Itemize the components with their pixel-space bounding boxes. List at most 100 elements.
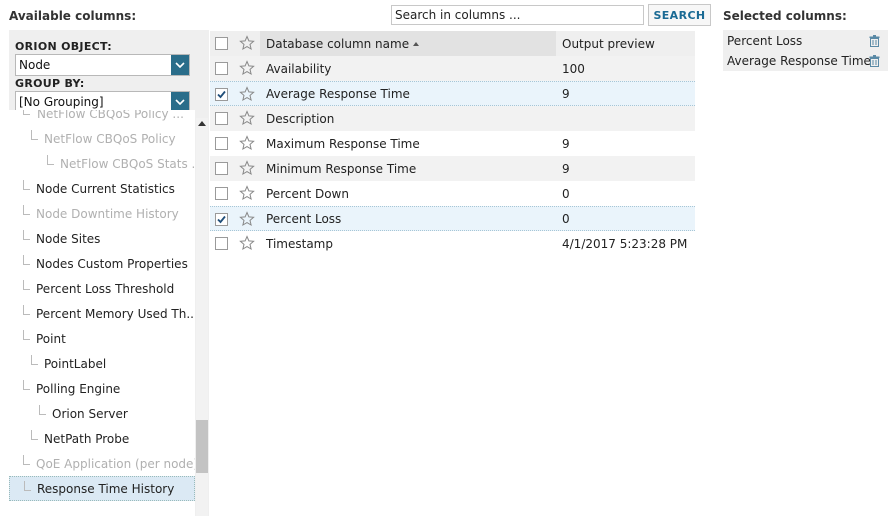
orion-object-label: ORION OBJECT:	[15, 40, 112, 53]
table-row[interactable]: Minimum Response Time 9	[210, 156, 695, 181]
column-name-cell: Average Response Time	[266, 86, 410, 101]
star-icon[interactable]	[239, 35, 255, 51]
orion-object-panel: ORION OBJECT: Node GROUP BY: [No Groupin…	[9, 30, 209, 516]
tree-connector	[23, 205, 30, 215]
tree-connector	[23, 455, 30, 465]
row-checkbox[interactable]	[215, 213, 228, 226]
tree-connector	[31, 130, 38, 140]
tree-connector	[23, 280, 30, 290]
checkmark-icon	[217, 90, 226, 99]
output-preview-cell: 0	[562, 211, 570, 226]
column-name-cell: Maximum Response Time	[266, 136, 420, 151]
tree-connector	[23, 230, 30, 240]
row-checkbox[interactable]	[215, 88, 228, 101]
row-checkbox[interactable]	[215, 187, 228, 200]
tree-item[interactable]: Point	[9, 326, 195, 351]
tree-connector	[23, 305, 30, 315]
row-checkbox[interactable]	[215, 237, 228, 250]
table-row[interactable]: Percent Down 0	[210, 181, 695, 206]
chevron-down-icon[interactable]	[171, 55, 189, 75]
tree-connector	[23, 110, 30, 115]
tree-item[interactable]: Node Sites	[9, 226, 195, 251]
tree-item-label: Nodes Custom Properties	[36, 256, 188, 271]
output-preview-cell: 100	[562, 61, 585, 76]
tree-item[interactable]: Nodes Custom Properties	[9, 251, 195, 276]
tree-connector	[23, 330, 30, 340]
tree-item-label: Percent Loss Threshold	[36, 281, 175, 296]
star-icon[interactable]	[239, 185, 255, 201]
chevron-down-icon[interactable]	[171, 92, 189, 112]
scrollbar-thumb[interactable]	[196, 420, 208, 473]
table-row[interactable]: Average Response Time 9	[210, 81, 695, 106]
tree-item-label: Node Sites	[36, 231, 101, 246]
row-checkbox[interactable]	[215, 62, 228, 75]
star-icon[interactable]	[239, 211, 255, 227]
tree-item-label: NetPath Probe	[44, 431, 130, 446]
tree-item[interactable]: Percent Loss Threshold	[9, 276, 195, 301]
tree-connector	[23, 180, 30, 190]
star-icon[interactable]	[239, 160, 255, 176]
table-row[interactable]: Maximum Response Time 9	[210, 131, 695, 156]
column-name-cell: Percent Loss	[266, 211, 342, 226]
selected-columns-panel: Percent Loss Average Response Time	[723, 30, 888, 71]
tree-item-label: Percent Memory Used Th...	[36, 306, 195, 321]
tree-item[interactable]: Percent Memory Used Th...	[9, 301, 195, 326]
column-name-cell: Timestamp	[266, 236, 333, 251]
output-preview-cell: 9	[562, 161, 570, 176]
tree-item[interactable]: NetPath Probe	[9, 426, 195, 451]
sort-ascending-icon	[413, 42, 420, 46]
object-tree: NetFlow CBQoS Policy ... NetFlow CBQoS Po…	[9, 110, 195, 516]
checkmark-icon	[217, 215, 226, 224]
row-checkbox[interactable]	[215, 162, 228, 175]
table-row[interactable]: Description	[210, 106, 695, 131]
tree-item[interactable]: NetFlow CBQoS Policy	[9, 126, 195, 151]
tree-connector	[23, 380, 30, 390]
orion-object-dropdown[interactable]: Node	[15, 54, 190, 76]
scroll-up-arrow-icon[interactable]	[198, 121, 206, 126]
table-row[interactable]: Timestamp 4/1/2017 5:23:28 PM	[210, 231, 695, 256]
tree-item[interactable]: Node Downtime History	[9, 201, 195, 226]
row-checkbox[interactable]	[215, 137, 228, 150]
trash-icon[interactable]	[869, 55, 880, 67]
tree-item[interactable]: Node Current Statistics	[9, 176, 195, 201]
search-button[interactable]: SEARCH	[648, 4, 711, 26]
selected-column-item: Average Response Time	[727, 54, 871, 68]
selected-column-item: Percent Loss	[727, 34, 803, 48]
star-icon[interactable]	[239, 86, 255, 102]
tree-item-label: Response Time History	[37, 481, 175, 496]
tree-item-label: PointLabel	[44, 356, 107, 371]
column-name-cell: Availability	[266, 61, 332, 76]
tree-item-label: NetFlow CBQoS Stats ...	[60, 156, 195, 171]
tree-item[interactable]: Orion Server	[9, 401, 195, 426]
column-name-cell: Description	[266, 111, 335, 126]
tree-scrollbar[interactable]	[196, 118, 208, 516]
tree-item[interactable]: PointLabel	[9, 351, 195, 376]
tree-item[interactable]: Polling Engine	[9, 376, 195, 401]
tree-connector	[39, 405, 46, 415]
star-icon[interactable]	[239, 235, 255, 251]
tree-connector	[23, 255, 30, 265]
select-all-checkbox[interactable]	[215, 37, 228, 50]
tree-item[interactable]: QoE Application (per node)	[9, 451, 195, 476]
row-checkbox[interactable]	[215, 112, 228, 125]
star-icon[interactable]	[239, 135, 255, 151]
star-icon[interactable]	[239, 110, 255, 126]
column-name-cell: Percent Down	[266, 186, 349, 201]
table-row[interactable]: Availability 100	[210, 56, 695, 81]
table-row[interactable]: Percent Loss 0	[210, 206, 695, 231]
column-header-name[interactable]: Database column name	[266, 37, 420, 51]
column-header-preview[interactable]: Output preview	[562, 37, 655, 51]
available-columns-title: Available columns:	[9, 9, 137, 23]
trash-icon[interactable]	[869, 35, 880, 47]
search-columns-input[interactable]	[391, 5, 644, 25]
tree-item-label: Orion Server	[52, 406, 128, 421]
tree-item-label: NetFlow CBQoS Policy	[44, 131, 176, 146]
tree-item[interactable]: Response Time History	[9, 476, 195, 501]
star-icon[interactable]	[239, 60, 255, 76]
tree-item-label: Polling Engine	[36, 381, 121, 396]
group-by-value: [No Grouping]	[19, 95, 104, 109]
tree-item[interactable]: NetFlow CBQoS Policy ...	[9, 110, 195, 126]
selected-columns-title: Selected columns:	[723, 9, 847, 23]
tree-item[interactable]: NetFlow CBQoS Stats ...	[9, 151, 195, 176]
tree-item-label: Node Current Statistics	[36, 181, 175, 196]
